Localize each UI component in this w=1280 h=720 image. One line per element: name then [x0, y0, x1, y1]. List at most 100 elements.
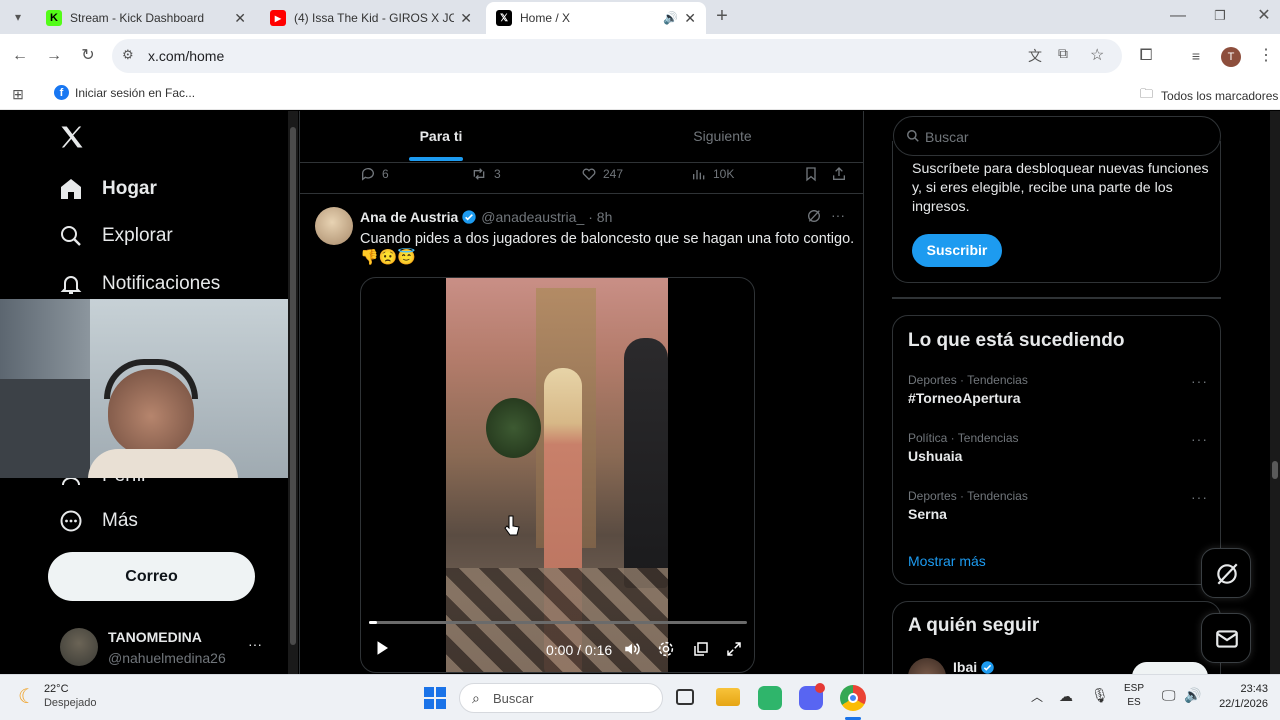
close-window-icon[interactable]: ✕ [1252, 6, 1276, 26]
feed-tab-following[interactable]: Siguiente [582, 111, 863, 163]
trend-more-icon[interactable]: ··· [1191, 489, 1208, 505]
weather-widget[interactable]: ☾ 22°C Despejado [18, 683, 97, 709]
all-bookmarks[interactable]: 🗀 Todos los marcadores [1140, 85, 1278, 107]
trend-more-icon[interactable]: ··· [1191, 373, 1208, 389]
network-icon[interactable]: 🖵 [1162, 687, 1176, 704]
trend-item[interactable]: Política · Tendencias Ushuaia ··· [908, 431, 1208, 464]
like-button[interactable]: 247 [581, 166, 623, 182]
volume-icon[interactable] [623, 640, 641, 663]
tab-label: Siguiente [693, 128, 752, 144]
sidebar-scrollbar-thumb[interactable] [290, 127, 296, 645]
nav-home[interactable]: Hogar [58, 176, 157, 202]
page-scrollbar[interactable] [1270, 111, 1280, 674]
video-frame [446, 278, 668, 672]
start-button[interactable] [424, 687, 446, 709]
sidebar-scrollbar[interactable] [288, 111, 298, 674]
new-tab-icon[interactable]: + [710, 6, 734, 26]
nav-notifications[interactable]: Notificaciones [58, 271, 220, 297]
pip-icon[interactable] [692, 640, 710, 663]
trend-item[interactable]: Deportes · Tendencias #TorneoApertura ··… [908, 373, 1208, 406]
subscribe-button[interactable]: Suscribir [912, 234, 1002, 267]
forward-icon[interactable]: → [42, 46, 66, 66]
grok-floating-button[interactable] [1201, 548, 1251, 598]
close-tab-icon[interactable]: ✕ [460, 10, 472, 27]
fullscreen-icon[interactable] [725, 640, 743, 663]
tweet-time[interactable]: · 8h [588, 209, 612, 225]
chrome-icon[interactable] [840, 685, 866, 711]
onedrive-icon[interactable]: ☁ [1059, 688, 1073, 705]
extensions-icon[interactable]: ⧠ [1134, 46, 1158, 66]
account-menu-icon[interactable]: ··· [248, 636, 262, 652]
view-count: 10K [713, 167, 735, 181]
grok-icon[interactable] [806, 208, 822, 229]
tray-chevron-icon[interactable]: ︿ [1031, 688, 1043, 705]
post-button[interactable]: Correo [48, 552, 255, 601]
account-handle: @nahuelmedina26 [108, 650, 226, 666]
tweet-divider [300, 193, 863, 194]
divider [892, 297, 1221, 299]
who-to-follow-title: A quién seguir [908, 615, 1040, 636]
tab-kick[interactable]: K Stream - Kick Dashboard ✕ [36, 2, 256, 34]
language-indicator[interactable]: ESP ES [1124, 683, 1144, 708]
translate-icon[interactable]: 文 [1028, 46, 1042, 66]
reload-icon[interactable]: ↻ [76, 46, 100, 66]
follow-suggestion-name[interactable]: Ibai [953, 659, 995, 674]
premium-card: Suscríbete para desbloquear nuevas funci… [892, 141, 1221, 283]
trend-more-icon[interactable]: ··· [1191, 431, 1208, 447]
feed-tab-for-you[interactable]: Para ti [300, 111, 582, 163]
play-button-icon[interactable] [373, 639, 391, 662]
tweet-author[interactable]: Ana de Austria [360, 209, 458, 225]
follow-button[interactable] [1132, 662, 1208, 674]
grok-icon [1217, 563, 1238, 585]
share-button[interactable] [831, 166, 853, 182]
minimize-icon[interactable]: — [1166, 6, 1190, 26]
taskbar-search[interactable]: ⌕ Buscar [459, 683, 663, 713]
page-scrollbar-thumb[interactable] [1272, 461, 1278, 479]
restore-icon[interactable]: ❐ [1208, 6, 1232, 26]
tab-search-chevron-icon[interactable]: ▾ [6, 7, 30, 27]
show-more-link[interactable]: Mostrar más [908, 553, 986, 569]
follow-avatar[interactable] [908, 658, 946, 674]
microphone-icon[interactable]: 🎙 [1091, 687, 1109, 704]
nav-explore[interactable]: Explorar [58, 223, 173, 249]
file-explorer-icon[interactable] [716, 688, 740, 706]
tab-x-home[interactable]: 𝕏 Home / X 🔊 ✕ [486, 2, 706, 34]
site-settings-icon[interactable]: ⚙ [122, 47, 134, 63]
video-progress-track[interactable] [369, 621, 747, 624]
tweet-handle[interactable]: @anadeaustria_ [481, 209, 584, 225]
clock-time: 23:43 [1240, 683, 1268, 695]
bookmark-facebook[interactable]: f Iniciar sesión en Fac... [54, 85, 195, 100]
media-control-icon[interactable]: ≡ [1184, 46, 1208, 66]
account-switcher[interactable]: TANOMEDINA @nahuelmedina26 ··· [58, 624, 273, 670]
nav-more[interactable]: Más [58, 508, 138, 534]
close-tab-icon[interactable]: ✕ [234, 10, 246, 27]
tweet-avatar[interactable] [315, 207, 353, 245]
windows-taskbar: ☾ 22°C Despejado ⌕ Buscar ︿ ☁ 🎙 ESP ES 🖵… [0, 674, 1280, 720]
menu-kebab-icon[interactable]: ⋮ [1254, 46, 1278, 66]
address-bar[interactable]: ⚙ x.com/home 文 ⧉ ☆ [112, 39, 1122, 73]
tweet-more-icon[interactable]: ··· [831, 207, 845, 223]
video-settings-icon[interactable] [657, 640, 675, 663]
close-tab-icon[interactable]: ✕ [684, 10, 696, 27]
views-button[interactable]: 10K [691, 166, 734, 182]
app-icon-green[interactable] [758, 686, 782, 710]
repost-button[interactable]: 3 [470, 166, 501, 182]
profile-avatar[interactable]: T [1221, 47, 1241, 67]
x-logo-icon[interactable] [58, 123, 86, 156]
apps-grid-icon[interactable]: ⊞ [6, 84, 30, 104]
x-icon: 𝕏 [496, 10, 512, 26]
reply-button[interactable]: 6 [360, 166, 389, 182]
task-view-icon[interactable] [676, 689, 694, 705]
volume-icon[interactable]: 🔊 [1184, 687, 1201, 704]
bookmark-button[interactable] [803, 166, 825, 182]
back-icon[interactable]: ← [8, 46, 32, 66]
trend-item[interactable]: Deportes · Tendencias Serna ··· [908, 489, 1208, 522]
taskbar-search-placeholder: Buscar [493, 691, 534, 706]
clock[interactable]: 23:43 22/1/2026 [1212, 683, 1268, 710]
bookmark-star-icon[interactable]: ☆ [1090, 45, 1104, 65]
tweet-video[interactable]: 0:00 / 0:16 [360, 277, 755, 673]
tab-youtube[interactable]: ▶ (4) Issa The Kid - GIROS X JCP ( ✕ [260, 2, 482, 34]
messages-floating-button[interactable] [1201, 613, 1251, 663]
speaker-icon[interactable]: 🔊 [663, 11, 678, 25]
install-icon[interactable]: ⧉ [1058, 45, 1068, 62]
